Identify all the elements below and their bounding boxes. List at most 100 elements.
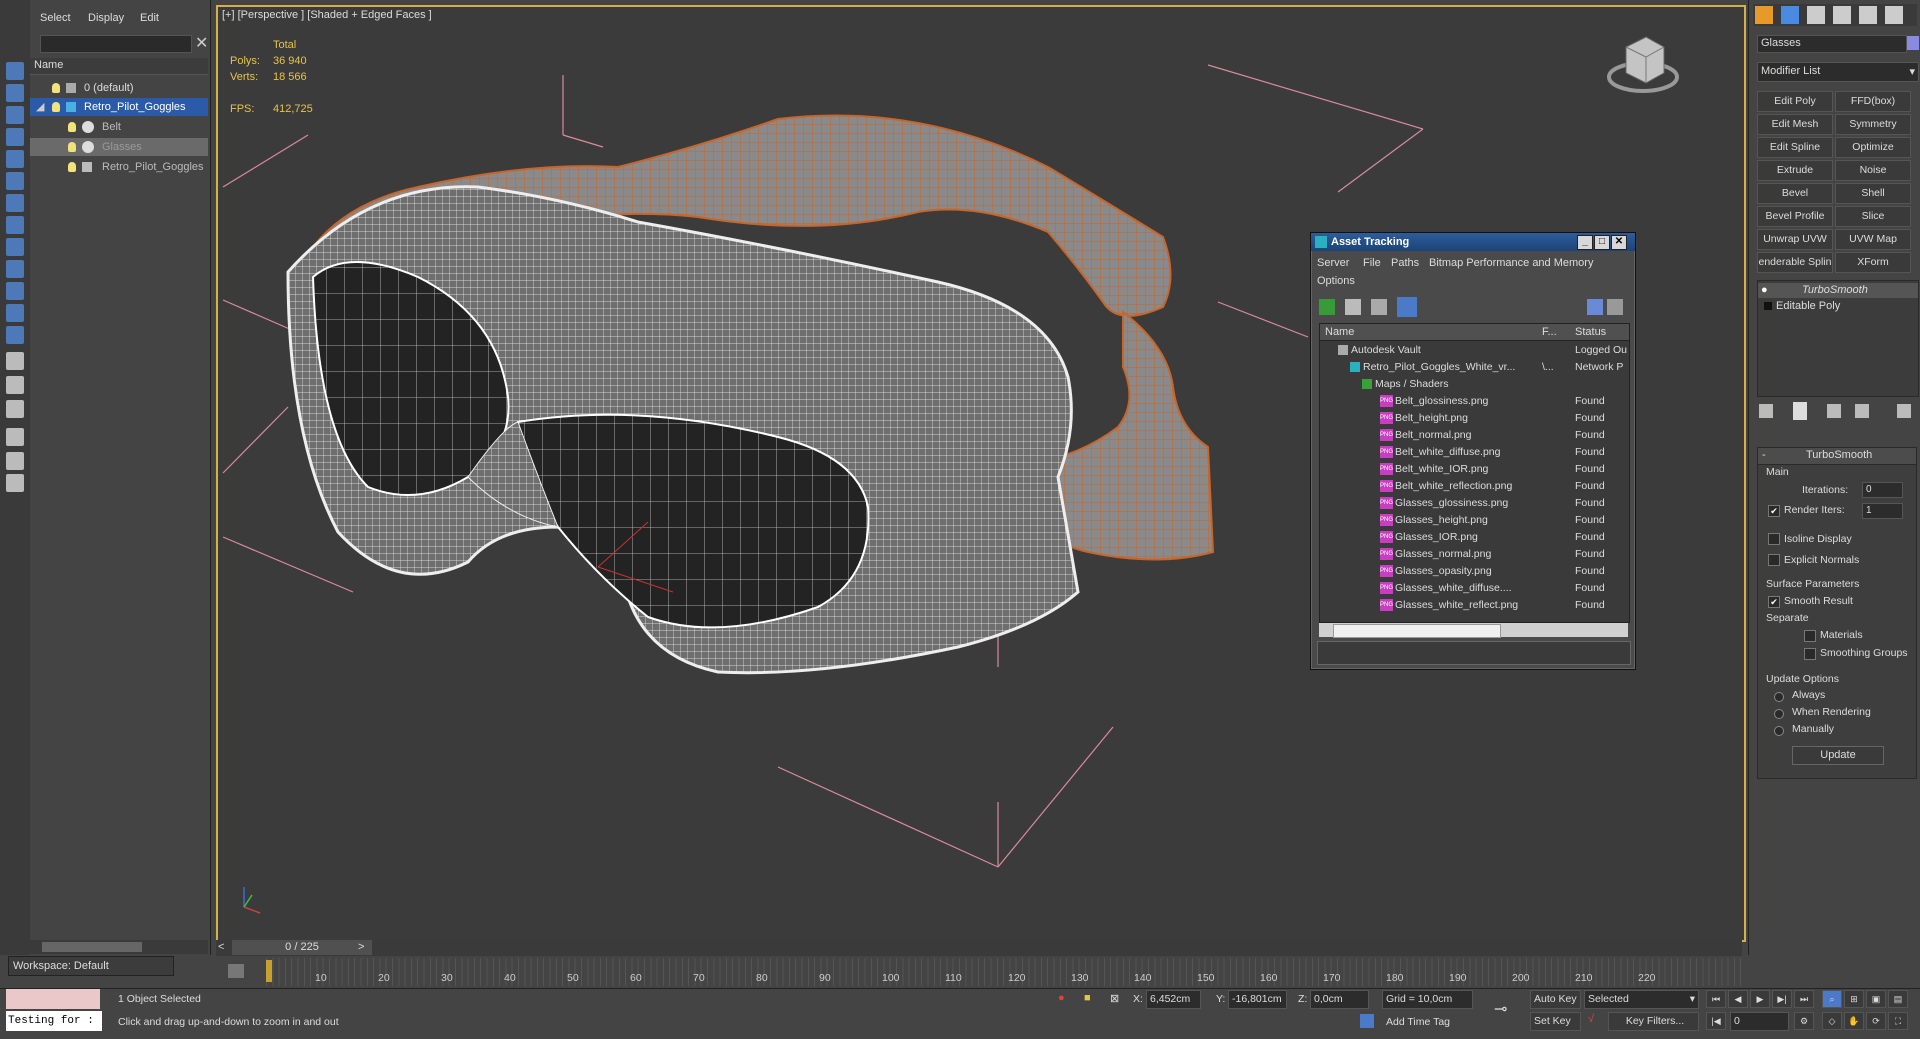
asset-row[interactable]: PNG Glasses_white_diffuse.... Found <box>1320 580 1629 597</box>
asset-row[interactable]: PNG Belt_glossiness.png Found <box>1320 393 1629 410</box>
col-name[interactable]: Name <box>1325 326 1354 338</box>
modifier-list-dropdown[interactable]: Modifier List ▾ <box>1757 62 1919 82</box>
asset-table-header[interactable]: Name F... Status <box>1320 324 1629 341</box>
minimize-icon[interactable]: _ <box>1577 235 1593 250</box>
scroll-thumb[interactable] <box>42 942 142 952</box>
asset-path-field[interactable] <box>1317 641 1631 665</box>
key-mode-icon[interactable]: |◀ <box>1706 1012 1726 1030</box>
tree-item-layer-default[interactable]: 0 (default) <box>30 79 208 97</box>
create-tab-icon[interactable] <box>1755 6 1773 24</box>
set-key-mode-icon[interactable]: ⊸ <box>1494 999 1507 1019</box>
tree-item-retro-pilot-goggles-group[interactable]: Retro_Pilot_Goggles <box>30 158 208 176</box>
display-all-icon[interactable] <box>6 352 24 370</box>
tree-item-retro-pilot-goggles-layer[interactable]: ◢ Retro_Pilot_Goggles <box>30 98 208 116</box>
asset-row[interactable]: PNG Glasses_height.png Found <box>1320 512 1629 529</box>
asset-row[interactable]: PNG Belt_height.png Found <box>1320 410 1629 427</box>
pin-icon[interactable] <box>1607 299 1623 315</box>
smooth-result-checkbox[interactable]: ✔ <box>1768 596 1780 608</box>
select-objects-icon[interactable] <box>6 62 24 80</box>
name-column-header[interactable]: Name <box>34 59 63 71</box>
modifier-button[interactable]: UVW Map <box>1835 229 1911 250</box>
display-geometry-icon[interactable] <box>6 84 24 102</box>
display-spacewarps-icon[interactable] <box>6 194 24 212</box>
scene-explorer-header[interactable]: Name <box>30 58 208 75</box>
configure-modifier-sets-icon[interactable] <box>1897 404 1911 418</box>
bulb-icon[interactable] <box>68 162 76 172</box>
asset-horizontal-scrollbar[interactable] <box>1319 623 1628 638</box>
object-name-field[interactable]: Glasses <box>1757 35 1907 53</box>
filter-icon[interactable] <box>6 428 24 446</box>
modifier-button[interactable]: Shell <box>1835 183 1911 204</box>
modify-tab-icon[interactable] <box>1781 6 1799 24</box>
set-key-button[interactable]: Set Key <box>1530 1012 1581 1031</box>
expand-arrow-icon[interactable]: ◢ <box>36 98 44 116</box>
display-bones-icon[interactable] <box>6 260 24 278</box>
play-icon[interactable]: ▶ <box>1750 990 1770 1008</box>
col-status[interactable]: Status <box>1575 326 1606 338</box>
key-selection-dropdown[interactable]: Selected ▾ <box>1584 990 1699 1009</box>
display-helpers-icon[interactable] <box>6 172 24 190</box>
modifier-button[interactable]: Noise <box>1835 160 1911 181</box>
display-lights-icon[interactable] <box>6 128 24 146</box>
maxscript-listener-white[interactable]: Testing for : <box>6 1011 102 1031</box>
object-color-swatch[interactable] <box>1907 36 1919 50</box>
display-hidden-icon[interactable] <box>6 326 24 344</box>
tree-item-belt[interactable]: Belt <box>30 118 208 136</box>
field-of-view-icon[interactable]: ◇ <box>1822 1012 1842 1030</box>
display-cameras-icon[interactable] <box>6 150 24 168</box>
sort-icon[interactable] <box>6 452 24 470</box>
display-xrefs-icon[interactable] <box>6 238 24 256</box>
render-iters-checkbox[interactable]: ✔ <box>1768 505 1780 517</box>
smoothing-groups-checkbox[interactable] <box>1804 648 1816 660</box>
lock-icon[interactable]: ■ <box>1084 992 1091 1004</box>
iterations-spinner[interactable]: 0 <box>1862 482 1903 498</box>
menu-edit[interactable]: Edit <box>140 12 159 24</box>
zoom-icon[interactable]: ⌕ <box>1822 990 1842 1008</box>
workspace-dropdown[interactable]: Workspace: Default <box>8 956 174 976</box>
render-iters-spinner[interactable]: 1 <box>1862 503 1903 519</box>
pan-icon[interactable]: ✋ <box>1844 1012 1864 1030</box>
asset-row[interactable]: PNG Glasses_white_reflect.png Found <box>1320 597 1629 614</box>
asset-row[interactable]: PNG Belt_normal.png Found <box>1320 427 1629 444</box>
asset-row[interactable]: PNG Glasses_normal.png Found <box>1320 546 1629 563</box>
asset-row[interactable]: PNG Glasses_opasity.png Found <box>1320 563 1629 580</box>
asset-row[interactable]: PNG Belt_white_IOR.png Found <box>1320 461 1629 478</box>
modifier-button[interactable]: Optimize <box>1835 137 1911 158</box>
absolute-mode-icon[interactable]: ⊠ <box>1110 992 1119 1005</box>
maximize-viewport-icon[interactable]: ⛶ <box>1888 1012 1908 1030</box>
update-button[interactable]: Update <box>1792 746 1884 765</box>
explorer-horizontal-scrollbar[interactable] <box>30 940 208 954</box>
remove-modifier-icon[interactable] <box>1855 404 1869 418</box>
menu-display[interactable]: Display <box>88 12 124 24</box>
z-coord-field[interactable]: 0,0cm <box>1310 990 1369 1009</box>
display-none-icon[interactable] <box>6 376 24 394</box>
display-invert-icon[interactable] <box>6 400 24 418</box>
zoom-all-icon[interactable]: ⊞ <box>1844 990 1864 1008</box>
key-tangent-icon[interactable]: √ <box>1588 1013 1594 1025</box>
modifier-button[interactable]: FFD(box) <box>1835 91 1911 112</box>
display-containers-icon[interactable] <box>6 282 24 300</box>
menu-select[interactable]: Select <box>40 12 71 24</box>
next-key-icon[interactable]: ▶| <box>1772 990 1792 1008</box>
time-slider-thumb[interactable]: 0 / 225 <box>232 940 372 955</box>
bulb-icon[interactable] <box>52 83 60 93</box>
when-rendering-radio[interactable] <box>1774 709 1784 719</box>
isolate-icon[interactable]: ● <box>1058 992 1065 1004</box>
turbosmooth-rollout-header[interactable]: - TurboSmooth <box>1758 448 1916 465</box>
time-slider[interactable]: < 0 / 225 > <box>216 940 1742 956</box>
help-icon[interactable] <box>1587 299 1603 315</box>
asset-row[interactable]: Retro_Pilot_Goggles_White_vr... \... Netwo… <box>1320 359 1629 376</box>
configure-icon[interactable] <box>6 474 24 492</box>
modifier-button[interactable]: Unwrap UVW <box>1757 229 1833 250</box>
modifier-button[interactable]: Bevel <box>1757 183 1833 204</box>
asset-row[interactable]: Maps / Shaders <box>1320 376 1629 393</box>
x-coord-field[interactable]: 6,452cm <box>1146 990 1201 1009</box>
modifier-button[interactable]: Extrude <box>1757 160 1833 181</box>
isoline-display-checkbox[interactable] <box>1768 533 1780 545</box>
time-tag-icon[interactable] <box>1360 1014 1374 1028</box>
table-view-icon[interactable] <box>1371 299 1387 315</box>
key-filters-button[interactable]: Key Filters... <box>1608 1012 1699 1031</box>
hierarchy-tab-icon[interactable] <box>1807 6 1825 24</box>
display-tab-icon[interactable] <box>1859 6 1877 24</box>
close-icon[interactable]: ✕ <box>195 33 208 53</box>
